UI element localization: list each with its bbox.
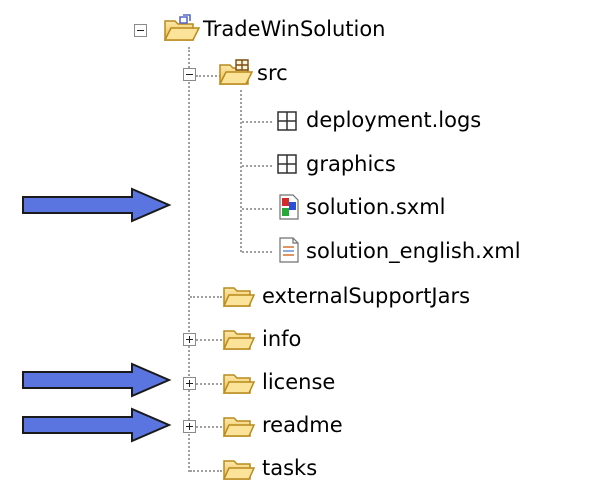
folder-icon (222, 287, 256, 307)
tree-guide (242, 251, 272, 253)
tree-guide (190, 470, 222, 472)
annotation-arrow-icon (22, 407, 172, 443)
folder-icon (222, 374, 256, 394)
package-icon (277, 154, 297, 174)
folder-icon (222, 460, 256, 480)
tree-guide (196, 426, 222, 428)
tree-node-label: readme (262, 413, 343, 437)
folder-icon (222, 330, 256, 350)
expand-toggle-info[interactable] (183, 333, 196, 346)
tree-node-label: graphics (306, 152, 396, 176)
tree-node-label: tasks (262, 456, 318, 480)
tree-guide (190, 296, 222, 298)
tree-guide (242, 208, 272, 210)
tree-node-label: license (262, 370, 336, 394)
tree-guide (242, 121, 272, 123)
expand-toggle-license[interactable] (183, 377, 196, 390)
source-folder-icon (218, 59, 254, 85)
tree-guide-src (240, 90, 242, 252)
tree-node-label: TradeWinSolution (203, 17, 386, 41)
folder-icon (222, 417, 256, 437)
tree-node-label: info (262, 327, 302, 351)
tree-node-label: solution_english.xml (306, 239, 521, 263)
annotation-arrow-icon (22, 187, 172, 223)
tree-guide-root (188, 47, 190, 472)
collapse-toggle-src[interactable] (183, 68, 196, 81)
sxml-file-icon (279, 194, 299, 220)
collapse-toggle-root[interactable] (134, 24, 147, 37)
annotation-arrow-icon (22, 362, 172, 398)
tree-node-label: solution.sxml (306, 195, 446, 219)
project-folder-icon (163, 14, 201, 41)
xml-file-icon (279, 237, 299, 263)
tree-node-label: src (257, 61, 288, 85)
tree-guide (196, 383, 222, 385)
expand-toggle-readme[interactable] (183, 420, 196, 433)
package-icon (277, 111, 297, 131)
tree-node-label: deployment.logs (306, 108, 482, 132)
tree-guide (242, 165, 272, 167)
tree-node-label: externalSupportJars (262, 284, 471, 308)
tree-guide (196, 339, 222, 341)
